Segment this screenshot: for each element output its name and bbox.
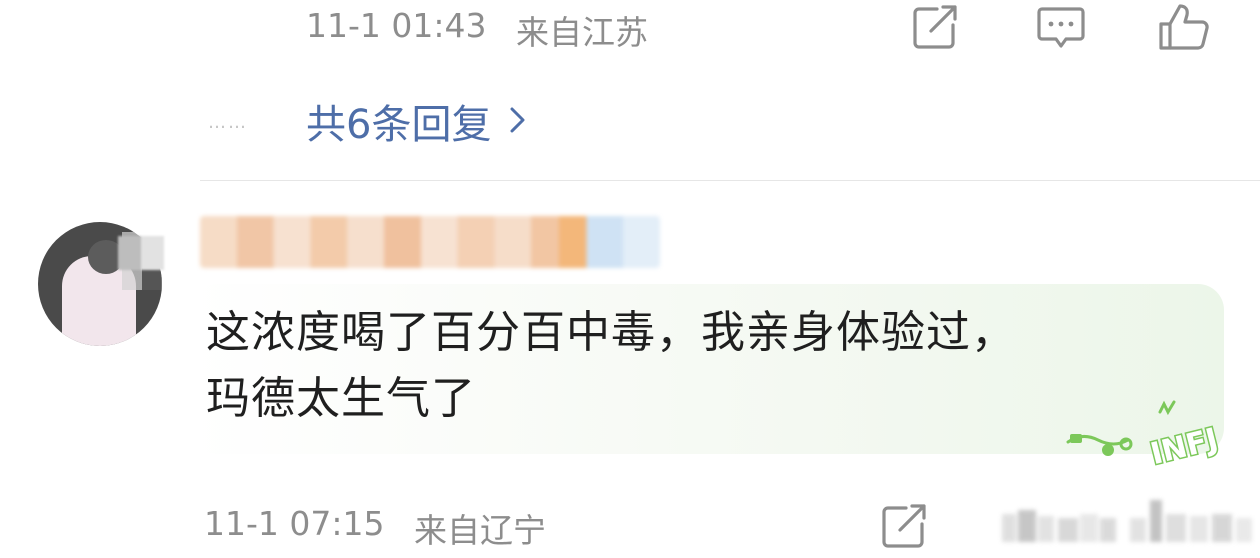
comment-icon[interactable]: [1036, 6, 1086, 50]
comment-icon[interactable]: [1000, 500, 1120, 544]
like-icon[interactable]: [1158, 2, 1210, 52]
chevron-right-icon: [509, 98, 527, 144]
comment-text: 这浓度喝了百分百中毒，我亲身体验过， 玛德太生气了: [206, 300, 1196, 432]
previous-comment-location: 来自江苏: [516, 13, 648, 52]
infj-text: INFJ: [1147, 422, 1221, 472]
share-icon[interactable]: [882, 504, 928, 548]
comment-location: 来自辽宁: [414, 511, 546, 550]
username-mosaic: [118, 236, 164, 270]
replies-label: 共6条回复: [306, 102, 492, 148]
comment-timestamp: 11-1 07:15: [204, 504, 385, 543]
replies-dots: ……: [208, 112, 248, 133]
previous-comment-timestamp: 11-1 01:43: [306, 6, 487, 45]
comment-text-line-2: 玛德太生气了: [206, 373, 476, 424]
like-icon[interactable]: [1128, 496, 1256, 544]
share-icon[interactable]: [913, 5, 959, 49]
infj-decoration: INFJ: [1064, 398, 1244, 474]
username-blurred[interactable]: [200, 216, 660, 268]
comment-divider: [200, 180, 1260, 181]
view-replies-link[interactable]: 共6条回复: [306, 92, 527, 150]
comment-text-line-1: 这浓度喝了百分百中毒，我亲身体验过，: [206, 307, 1016, 358]
